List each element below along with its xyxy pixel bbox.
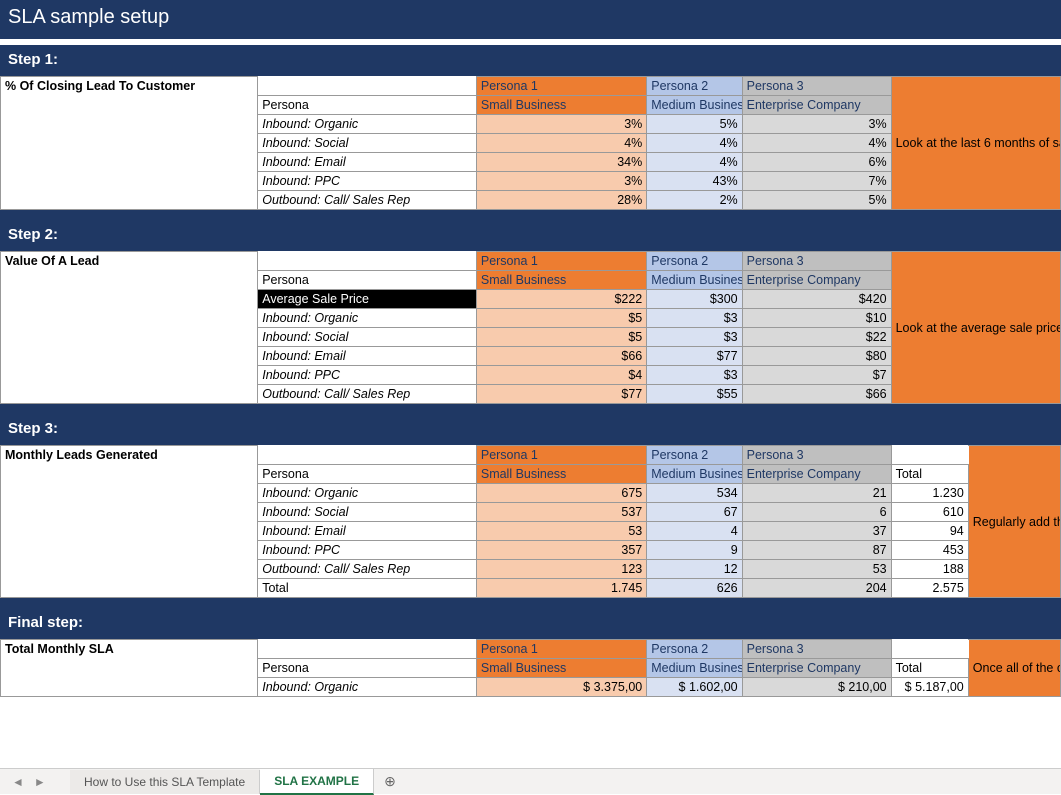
col-total[interactable]: Total [891, 465, 968, 484]
row-organic[interactable]: Inbound: Organic [258, 115, 477, 134]
table-step1: % Of Closing Lead To Customer Persona 1 … [0, 76, 1061, 210]
row-social[interactable]: Inbound: Social [258, 134, 477, 153]
note-final: Once all of the oth filled out this tabl [968, 640, 1060, 697]
step3-header: Step 3: [0, 414, 1061, 445]
page-title: SLA sample setup [0, 0, 1061, 39]
table-step3: Monthly Leads Generated Persona 1 Person… [0, 445, 1061, 598]
final-label: Total Monthly SLA [1, 640, 258, 697]
col-persona3[interactable]: Persona 3 [742, 77, 891, 96]
row-ppc[interactable]: Inbound: PPC [258, 172, 477, 191]
table-final: Total Monthly SLA Persona 1 Persona 2 Pe… [0, 639, 1061, 697]
final-header: Final step: [0, 608, 1061, 639]
row-email[interactable]: Inbound: Email [258, 153, 477, 172]
note-step1: Look at the last 6 months of sales see h… [891, 77, 1060, 210]
note-step3: Regularly add the you are generatin each… [968, 446, 1060, 598]
row-avg-sale[interactable]: Average Sale Price [258, 290, 477, 309]
step2-label: Value Of A Lead [1, 252, 258, 404]
col-persona2[interactable]: Persona 2 [647, 77, 742, 96]
step3-label: Monthly Leads Generated [1, 446, 258, 598]
add-sheet-icon[interactable]: ⊕ [374, 769, 406, 794]
nav-prev-icon[interactable]: ◄ [12, 775, 24, 789]
step1-label: % Of Closing Lead To Customer [1, 77, 258, 210]
step1-header: Step 1: [0, 45, 1061, 76]
col-persona1[interactable]: Persona 1 [476, 77, 646, 96]
row-persona[interactable]: Persona [258, 96, 477, 115]
note-step2: Look at the average sale price o persona… [891, 252, 1060, 404]
step2-header: Step 2: [0, 220, 1061, 251]
row-outbound[interactable]: Outbound: Call/ Sales Rep [258, 191, 477, 210]
table-step2: Value Of A Lead Persona 1 Persona 2 Pers… [0, 251, 1061, 404]
sheet-tab-bar: ◄ ► How to Use this SLA Template SLA EXA… [0, 768, 1061, 794]
nav-next-icon[interactable]: ► [34, 775, 46, 789]
tab-sla-example[interactable]: SLA EXAMPLE [260, 769, 374, 795]
tab-howto[interactable]: How to Use this SLA Template [70, 770, 260, 794]
